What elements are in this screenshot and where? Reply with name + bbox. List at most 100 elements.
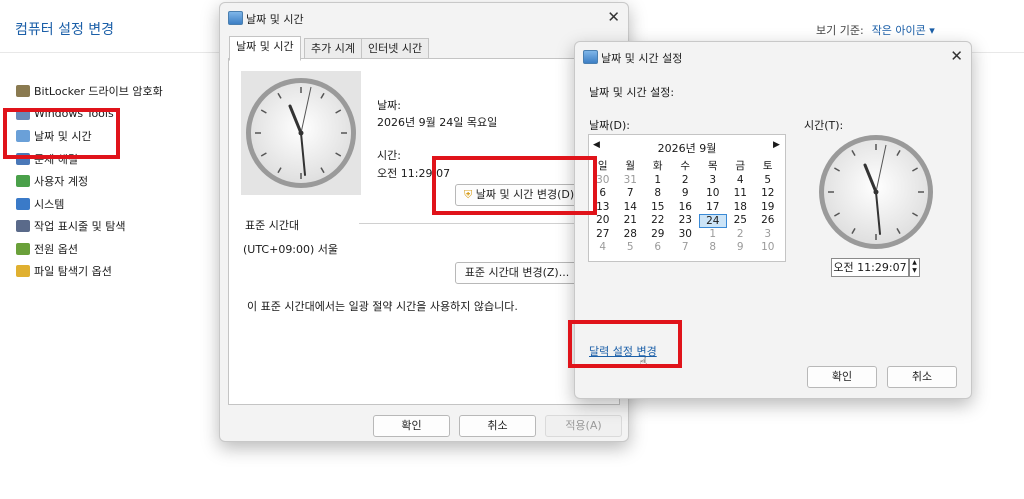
analog-clock-icon (819, 135, 933, 249)
analog-clock-icon (241, 71, 361, 195)
calendar-day[interactable]: 14 (617, 201, 645, 215)
calendar-day[interactable]: 6 (644, 241, 672, 255)
tab-internet-time[interactable]: 인터넷 시간 (361, 38, 430, 60)
date-field-label: 날짜(D): (589, 119, 630, 132)
dst-note: 이 표준 시간대에서는 일광 절약 시간을 사용하지 않습니다. (247, 300, 518, 313)
calendar-day[interactable]: 19 (754, 201, 782, 215)
weekday-header: 월 (625, 160, 636, 172)
settings-heading: 날짜 및 시간 설정: (589, 86, 675, 99)
calendar-day[interactable]: 15 (644, 201, 672, 215)
weekday-header: 목 (707, 160, 718, 172)
calendar-day[interactable]: 2 (672, 174, 700, 188)
close-icon[interactable]: ✕ (607, 8, 620, 26)
taskbar-icon (16, 220, 30, 233)
user-accounts-icon (16, 175, 30, 188)
control-panel-item-label: 작업 표시줄 및 탐색 (34, 220, 126, 234)
control-panel-item-label: 사용자 계정 (34, 175, 89, 189)
tab-additional-clocks[interactable]: 추가 시계 (304, 38, 362, 60)
calendar-day[interactable]: 10 (754, 241, 782, 255)
calendar-day[interactable]: 10 (699, 187, 727, 201)
calendar-day[interactable]: 31 (617, 174, 645, 188)
settings-cancel-button[interactable]: 취소 (887, 366, 957, 388)
weekday-header: 금 (735, 160, 746, 172)
calendar-day[interactable]: 1 (644, 174, 672, 188)
apply-button[interactable]: 적용(A) (545, 415, 622, 437)
calendar-day[interactable]: 8 (644, 187, 672, 201)
settings-dialog-title: 날짜 및 시간 설정 (601, 52, 683, 65)
calendar-day[interactable]: 11 (727, 187, 755, 201)
calendar-day[interactable]: 5 (617, 241, 645, 255)
calendar-day[interactable]: 23 (672, 214, 700, 228)
timezone-divider (359, 223, 609, 224)
control-panel-item[interactable]: 시스템 (16, 193, 163, 216)
date-label: 날짜: (377, 99, 401, 112)
calendar-day[interactable]: 4 (589, 241, 617, 255)
weekday-header: 토 (762, 160, 773, 172)
calendar-day[interactable]: 3 (699, 174, 727, 188)
next-month-icon[interactable]: ▶ (773, 140, 780, 150)
control-panel-item[interactable]: 작업 표시줄 및 탐색 (16, 215, 163, 238)
view-by: 보기 기준: 작은 아이콘 ▾ (816, 22, 935, 38)
view-by-dropdown[interactable]: 작은 아이콘 ▾ (872, 24, 935, 37)
calendar-day[interactable]: 9 (727, 241, 755, 255)
calendar-day[interactable]: 20 (589, 214, 617, 228)
calendar-day[interactable]: 30 (672, 228, 700, 242)
page-title: 컴퓨터 설정 변경 (15, 22, 115, 38)
bitlocker-icon (16, 85, 30, 98)
calendar-day[interactable]: 2 (727, 228, 755, 242)
ok-button[interactable]: 확인 (373, 415, 450, 437)
calendar-day[interactable]: 18 (727, 201, 755, 215)
system-icon (16, 197, 30, 210)
calendar-day[interactable]: 27 (589, 228, 617, 242)
calendar-day[interactable]: 29 (644, 228, 672, 242)
settings-ok-button[interactable]: 확인 (807, 366, 877, 388)
folder-options-icon (16, 265, 30, 278)
timezone-label: 표준 시간대 (245, 219, 300, 232)
calendar-day[interactable]: 9 (672, 187, 700, 201)
calendar-day[interactable]: 17 (699, 201, 727, 215)
datetime-dialog: 날짜 및 시간 ✕ 날짜 및 시간 추가 시계 인터넷 시간 날짜: 2026년… (219, 2, 629, 442)
calendar-day[interactable]: 3 (754, 228, 782, 242)
date-value: 2026년 9월 24일 목요일 (377, 116, 498, 129)
control-panel-item-label: 파일 탐색기 옵션 (34, 265, 112, 279)
calendar-day[interactable]: 25 (727, 214, 755, 228)
change-timezone-button[interactable]: 표준 시간대 변경(Z)... (455, 262, 579, 284)
power-icon (16, 242, 30, 255)
calendar-day[interactable]: 22 (644, 214, 672, 228)
control-panel-item[interactable]: 사용자 계정 (16, 170, 163, 193)
view-by-label: 보기 기준: (816, 24, 864, 37)
control-panel-item[interactable]: 파일 탐색기 옵션 (16, 260, 163, 283)
control-panel-item[interactable]: 전원 옵션 (16, 238, 163, 261)
calendar-day[interactable]: 7 (617, 187, 645, 201)
calendar-day[interactable]: 1 (699, 228, 727, 242)
calendar-day[interactable]: 7 (672, 241, 700, 255)
time-field-label: 시간(T): (804, 119, 844, 132)
time-spinner-arrows[interactable]: ▲ ▼ (909, 258, 920, 277)
tab-panel: 날짜: 2026년 9월 24일 목요일 시간: 오전 11:29:07 ⛨ 날… (228, 58, 620, 405)
calendar-day[interactable]: 5 (754, 174, 782, 188)
time-spinner-input[interactable]: 오전 11:29:07 (831, 258, 909, 277)
highlight-box-change-button (432, 156, 597, 215)
calendar-day[interactable]: 28 (617, 228, 645, 242)
weekday-header: 화 (652, 160, 663, 172)
control-panel-item-label: BitLocker 드라이브 암호화 (34, 85, 163, 99)
timezone-value: (UTC+09:00) 서울 (243, 243, 339, 256)
calendar-day[interactable]: 21 (617, 214, 645, 228)
calendar-day[interactable]: 26 (754, 214, 782, 228)
calendar-day[interactable]: 4 (727, 174, 755, 188)
close-icon[interactable]: ✕ (950, 47, 963, 65)
clock-icon (228, 11, 243, 25)
calendar-grid: 일 월 화 수 목 금 토 30 31 1 2 3 4 5 6 7 8 9 10 11 12 13 14 15 16 17 18 19… (589, 160, 785, 255)
tab-date-time[interactable]: 날짜 및 시간 (229, 36, 301, 61)
clock-icon (583, 50, 598, 64)
calendar-day[interactable]: 24 (699, 214, 727, 228)
calendar-day[interactable]: 16 (672, 201, 700, 215)
control-panel-item[interactable]: BitLocker 드라이브 암호화 (16, 80, 163, 103)
calendar-day[interactable]: 8 (699, 241, 727, 255)
dialog-title: 날짜 및 시간 (246, 13, 304, 26)
weekday-header: 수 (680, 160, 691, 172)
month-label[interactable]: 2026년 9월 (589, 140, 785, 156)
control-panel-item-label: 전원 옵션 (34, 242, 78, 256)
calendar-day[interactable]: 12 (754, 187, 782, 201)
cancel-button[interactable]: 취소 (459, 415, 536, 437)
